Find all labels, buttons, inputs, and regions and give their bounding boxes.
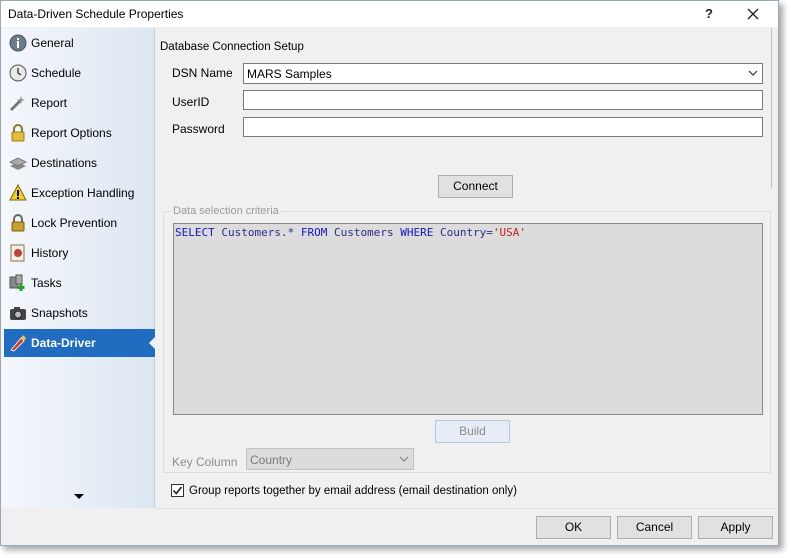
sidebar: General Schedule Report Report Options D… [2, 28, 156, 508]
data-driver-icon [10, 335, 26, 352]
lock-icon [11, 124, 25, 142]
sidebar-item-tasks[interactable]: Tasks [4, 269, 155, 297]
padlock-icon [11, 214, 25, 232]
userid-label: UserID [172, 95, 210, 109]
data-driver-panel: Database Connection Setup DSN Name MARS … [156, 28, 773, 508]
sidebar-item-lock-prevention[interactable]: Lock Prevention [4, 209, 155, 237]
sidebar-item-label: Destinations [31, 156, 98, 170]
sidebar-scroll-down-button[interactable] [74, 494, 84, 499]
camera-icon [10, 307, 26, 320]
sidebar-item-label: Report Options [31, 126, 112, 140]
sidebar-item-label: History [31, 246, 69, 260]
close-button[interactable] [733, 1, 773, 27]
sidebar-item-label: General [31, 36, 74, 50]
password-label: Password [172, 122, 225, 136]
sidebar-item-label: Exception Handling [31, 186, 135, 200]
stack-icon [9, 157, 27, 170]
sidebar-item-destinations[interactable]: Destinations [4, 149, 155, 177]
chevron-down-icon [748, 70, 758, 76]
sidebar-item-exception-handling[interactable]: Exception Handling [4, 179, 155, 207]
title-bar: Data-Driven Schedule Properties ? [1, 1, 778, 27]
sidebar-item-label: Schedule [31, 66, 82, 80]
dialog-window: Data-Driven Schedule Properties ? Genera… [0, 0, 779, 546]
sidebar-item-general[interactable]: General [4, 29, 155, 57]
build-button[interactable]: Build [435, 420, 510, 443]
key-column-select[interactable]: Country [246, 448, 414, 470]
key-column-value: Country [250, 453, 293, 467]
close-icon [747, 8, 759, 20]
group-by-email-label: Group reports together by email address … [189, 485, 517, 497]
warning-icon [9, 184, 27, 201]
sql-keyword: SELECT [175, 226, 215, 239]
dialog-footer: OK Cancel Apply [155, 508, 778, 545]
dsn-name-value: MARS Samples [247, 67, 332, 81]
sidebar-item-report-options[interactable]: Report Options [4, 119, 155, 147]
sql-query-editor[interactable]: SELECT Customers.* FROM Customers WHERE … [173, 223, 763, 415]
wand-icon [9, 96, 25, 112]
db-connection-group-title: Database Connection Setup [160, 41, 304, 53]
window-title: Data-Driven Schedule Properties [8, 7, 184, 21]
history-icon [10, 244, 25, 262]
sql-text: Country= [433, 226, 493, 239]
sidebar-item-history[interactable]: History [4, 239, 155, 267]
dsn-name-label: DSN Name [172, 66, 233, 80]
dsn-name-select[interactable]: MARS Samples [243, 63, 763, 84]
sql-keyword: FROM [300, 226, 328, 239]
info-icon [9, 34, 27, 52]
group-by-email-checkbox[interactable] [171, 484, 184, 497]
ok-button[interactable]: OK [536, 516, 611, 539]
sidebar-item-data-driver[interactable]: Data-Driver [4, 329, 156, 357]
checkmark-icon [172, 486, 183, 495]
userid-input[interactable] [243, 90, 763, 110]
password-input[interactable] [243, 117, 763, 137]
sidebar-item-schedule[interactable]: Schedule [4, 59, 155, 87]
sql-string: 'USA' [492, 226, 527, 239]
apply-button[interactable]: Apply [698, 516, 773, 539]
connect-button[interactable]: Connect [438, 175, 513, 198]
cancel-button[interactable]: Cancel [617, 516, 692, 539]
chevron-down-icon [399, 456, 409, 462]
sidebar-item-label: Lock Prevention [31, 216, 118, 230]
help-button[interactable]: ? [689, 1, 729, 27]
data-selection-criteria-legend: Data selection criteria [171, 205, 281, 217]
sql-text: Customers.* [214, 226, 301, 239]
sidebar-item-report[interactable]: Report [4, 89, 155, 117]
sql-text: Customers [327, 226, 401, 239]
sql-keyword: WHERE [400, 226, 434, 239]
sidebar-item-snapshots[interactable]: Snapshots [4, 299, 155, 327]
sidebar-item-label: Tasks [31, 276, 62, 290]
tasks-icon [9, 274, 25, 291]
clock-icon [9, 64, 27, 82]
sidebar-item-label: Snapshots [31, 306, 88, 320]
sidebar-item-label: Data-Driver [31, 336, 96, 350]
sidebar-item-label: Report [31, 96, 68, 110]
key-column-label: Key Column [172, 455, 238, 469]
